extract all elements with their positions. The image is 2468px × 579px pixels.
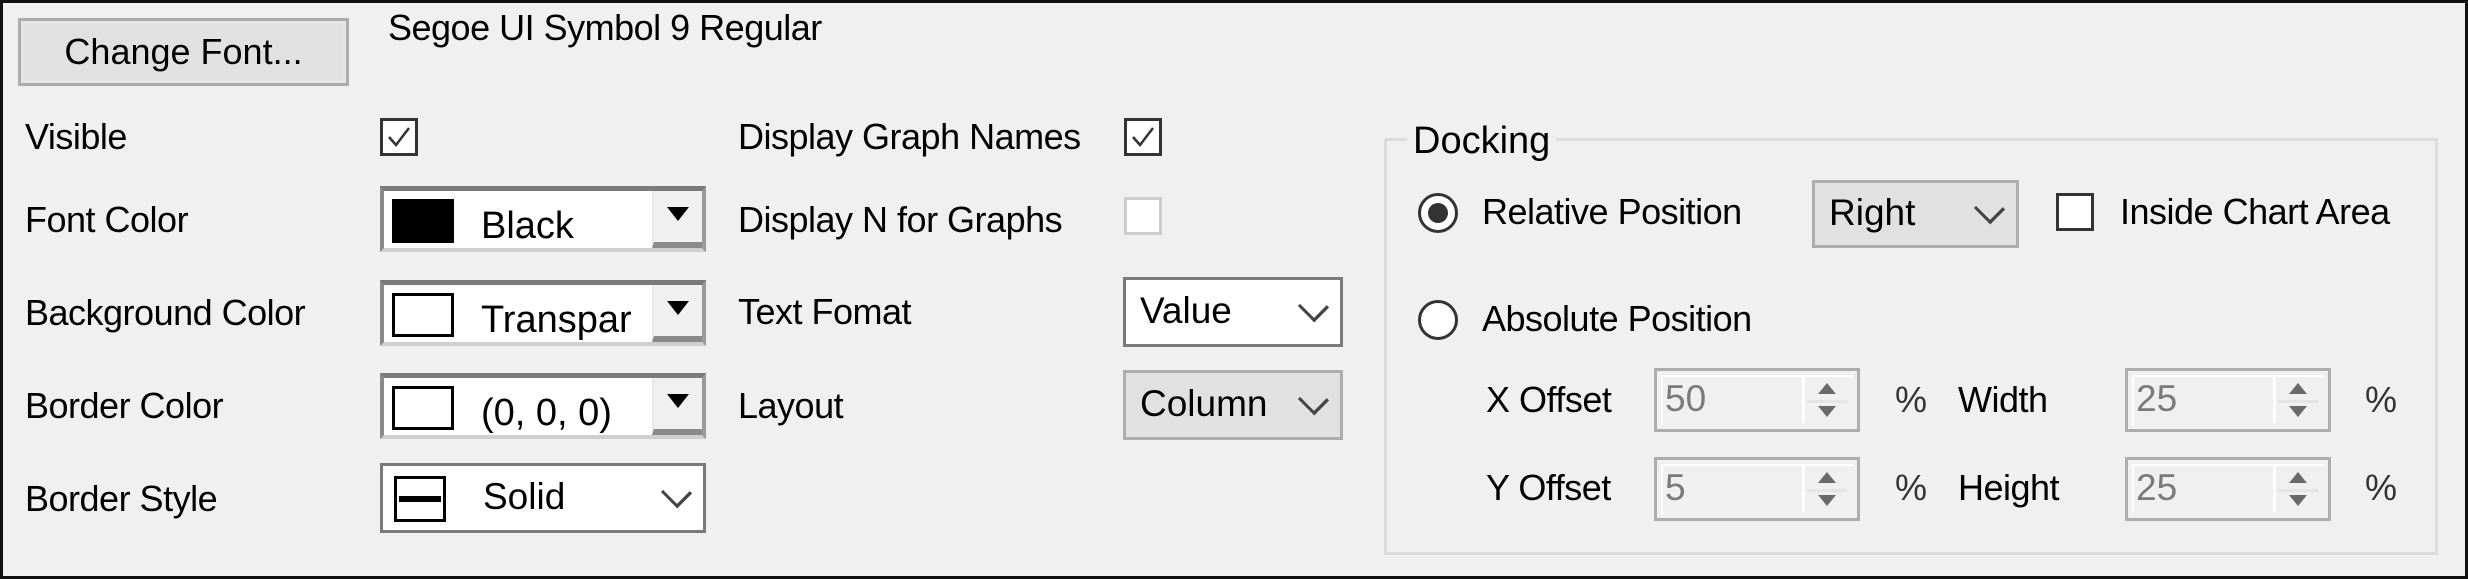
width-value: 25 xyxy=(2136,378,2178,419)
dropdown-arrow-icon[interactable] xyxy=(652,285,702,342)
visible-checkbox[interactable] xyxy=(380,118,418,156)
spin-up-icon[interactable] xyxy=(1818,383,1836,394)
absolute-position-label: Absolute Position xyxy=(1482,298,1752,339)
x-offset-unit: % xyxy=(1895,379,1928,420)
display-n-for-graphs-label: Display N for Graphs xyxy=(738,199,1063,240)
text-format-label: Text Fomat xyxy=(738,291,912,332)
border-style-label: Border Style xyxy=(25,478,218,519)
chevron-down-icon xyxy=(1973,193,2006,225)
inside-chart-area-label: Inside Chart Area xyxy=(2120,191,2390,232)
spin-up-icon[interactable] xyxy=(2289,383,2307,394)
relative-position-label: Relative Position xyxy=(1482,191,1742,232)
spin-down-icon[interactable] xyxy=(2289,495,2307,506)
text-format-value: Value xyxy=(1140,290,1232,332)
x-offset-value: 50 xyxy=(1665,378,1707,419)
chevron-down-icon xyxy=(660,477,693,509)
absolute-position-radio[interactable] xyxy=(1418,300,1458,340)
text-format-combo[interactable]: Value xyxy=(1123,277,1343,347)
background-color-label: Background Color xyxy=(25,292,306,333)
width-spinner[interactable]: 25 xyxy=(2125,368,2331,432)
color-swatch-transparent xyxy=(392,293,454,337)
display-graph-names-checkbox[interactable] xyxy=(1124,118,1162,156)
width-unit: % xyxy=(2365,379,2398,420)
height-label: Height xyxy=(1958,467,2060,508)
border-color-value: (0, 0, 0) xyxy=(481,392,612,434)
chevron-down-icon xyxy=(1297,384,1330,416)
relative-position-value: Right xyxy=(1829,192,1916,234)
checkmark-icon xyxy=(388,127,410,147)
dropdown-arrow-icon[interactable] xyxy=(652,191,702,248)
y-offset-value: 5 xyxy=(1665,467,1686,508)
relative-position-radio[interactable] xyxy=(1418,193,1458,233)
background-color-combo[interactable]: Transpar xyxy=(380,280,706,346)
layout-combo[interactable]: Column xyxy=(1123,370,1343,440)
layout-value: Column xyxy=(1140,383,1268,425)
border-style-combo[interactable]: Solid xyxy=(380,463,706,533)
dropdown-arrow-icon[interactable] xyxy=(652,378,702,435)
chevron-down-icon xyxy=(1297,291,1330,323)
docking-title: Docking xyxy=(1407,118,1557,164)
spin-down-icon[interactable] xyxy=(1818,406,1836,417)
spin-down-icon[interactable] xyxy=(1818,495,1836,506)
height-value: 25 xyxy=(2136,467,2178,508)
x-offset-spinner[interactable]: 50 xyxy=(1654,368,1860,432)
layout-label: Layout xyxy=(738,385,844,426)
display-graph-names-label: Display Graph Names xyxy=(738,116,1081,157)
line-style-solid-icon xyxy=(394,476,446,522)
color-swatch-border xyxy=(392,386,454,430)
x-offset-label: X Offset xyxy=(1486,379,1612,420)
spin-down-icon[interactable] xyxy=(2289,406,2307,417)
width-label: Width xyxy=(1958,379,2048,420)
current-font-label: Segoe UI Symbol 9 Regular xyxy=(388,7,822,48)
border-color-combo[interactable]: (0, 0, 0) xyxy=(380,373,706,439)
y-offset-unit: % xyxy=(1895,467,1928,508)
change-font-button[interactable]: Change Font... xyxy=(18,18,349,86)
relative-position-combo[interactable]: Right xyxy=(1812,180,2019,248)
display-n-for-graphs-checkbox[interactable] xyxy=(1124,197,1162,235)
height-unit: % xyxy=(2365,467,2398,508)
background-color-value: Transpar xyxy=(481,299,632,341)
y-offset-spinner[interactable]: 5 xyxy=(1654,457,1860,521)
y-offset-label: Y Offset xyxy=(1486,467,1611,508)
font-color-combo[interactable]: Black xyxy=(380,186,706,252)
border-color-label: Border Color xyxy=(25,385,224,426)
change-font-button-label: Change Font... xyxy=(64,31,303,72)
inside-chart-area-checkbox[interactable] xyxy=(2056,193,2094,231)
checkmark-icon xyxy=(1132,127,1154,147)
font-color-label: Font Color xyxy=(25,199,189,240)
spin-up-icon[interactable] xyxy=(1818,472,1836,483)
color-swatch-black xyxy=(392,199,454,243)
spin-up-icon[interactable] xyxy=(2289,472,2307,483)
border-style-value: Solid xyxy=(483,476,566,518)
height-spinner[interactable]: 25 xyxy=(2125,457,2331,521)
visible-label: Visible xyxy=(25,116,127,157)
font-color-value: Black xyxy=(481,205,574,247)
